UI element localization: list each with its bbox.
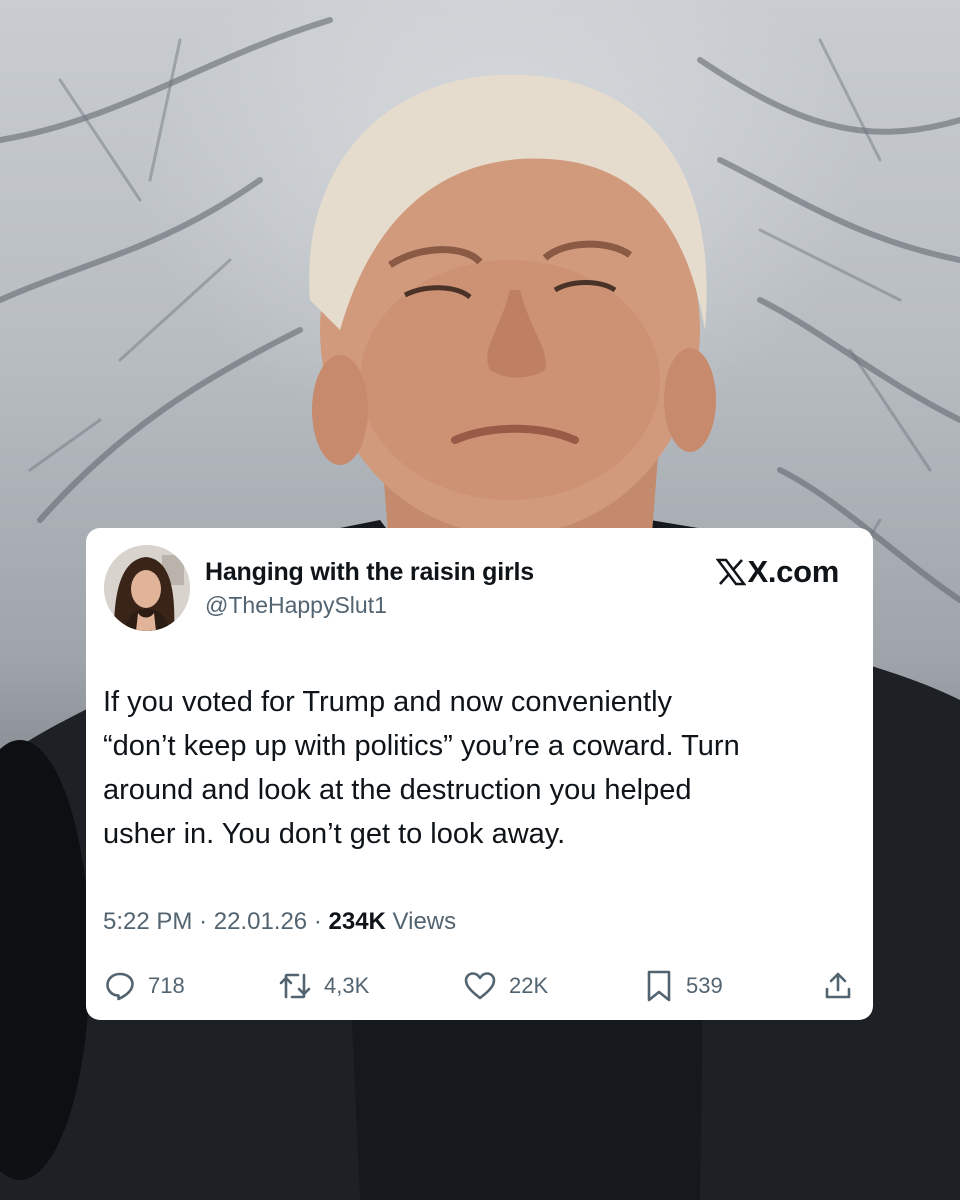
reply-count: 718 (148, 973, 185, 998)
meta-separator: · (199, 908, 208, 935)
tweet-date[interactable]: 22.01.26 (214, 908, 307, 935)
avatar[interactable] (104, 545, 190, 631)
user-handle[interactable]: @TheHappySlut1 (205, 592, 387, 619)
views-label: Views (392, 908, 457, 935)
share-button[interactable] (822, 966, 854, 1006)
bookmark-icon (647, 970, 671, 1002)
site-logo: X.com (716, 554, 839, 590)
repost-icon (279, 973, 311, 999)
tweet-text: If you voted for Trump and now convenien… (103, 680, 843, 856)
tweet-card: Hanging with the raisin girls @TheHappyS… (86, 528, 873, 1020)
x-logo-icon (716, 558, 747, 586)
reply-button[interactable]: 718 (104, 966, 185, 1006)
like-button[interactable]: 22K (463, 966, 548, 1006)
tweet-meta: 5:22 PM · 22.01.26 · 234K Views (103, 908, 456, 936)
bookmark-button[interactable]: 539 (644, 966, 723, 1006)
bookmark-count: 539 (686, 973, 723, 998)
share-icon (825, 972, 851, 999)
repost-count: 4,3K (324, 973, 370, 998)
tweet-text-line: “don’t keep up with politics” you’re a c… (103, 730, 740, 762)
tweet-text-line: around and look at the destruction you h… (103, 774, 692, 806)
views-count: 234K (328, 908, 386, 935)
meta-separator: · (313, 908, 322, 935)
tweet-text-line: usher in. You don’t get to look away. (103, 818, 566, 850)
tweet-text-line: If you voted for Trump and now convenien… (103, 686, 673, 718)
avatar-photo (104, 545, 190, 631)
display-name[interactable]: Hanging with the raisin girls (205, 558, 534, 587)
tweet-time[interactable]: 5:22 PM (103, 908, 192, 935)
heart-icon (464, 972, 496, 1000)
like-count: 22K (509, 973, 549, 998)
reply-icon (106, 972, 134, 1001)
action-bar: 718 4,3K 22K 539 (86, 966, 873, 1006)
site-label: X.com (747, 554, 839, 589)
repost-button[interactable]: 4,3K (278, 966, 369, 1006)
